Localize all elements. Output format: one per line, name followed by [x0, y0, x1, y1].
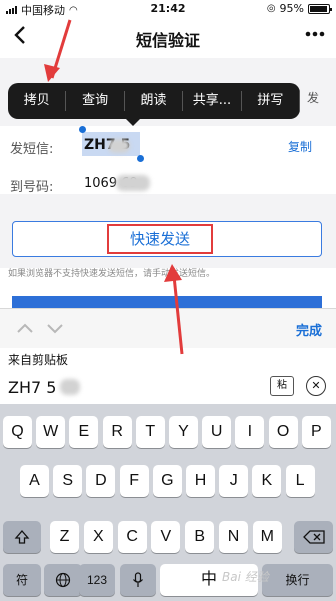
redaction-blur: [116, 175, 150, 191]
previous-field-button[interactable]: [16, 319, 34, 338]
redaction-blur: [108, 139, 130, 153]
text-context-menu: 拷贝 查询 朗读 共享... 拼写: [8, 83, 301, 126]
backspace-icon: [302, 530, 325, 544]
backspace-key[interactable]: [294, 521, 333, 553]
close-icon[interactable]: ✕: [306, 376, 326, 396]
globe-key[interactable]: [44, 564, 82, 596]
symbols-key[interactable]: 符: [3, 564, 41, 596]
annotation-arrow-to-send: [164, 264, 184, 355]
shift-key[interactable]: [3, 521, 41, 553]
key-n[interactable]: N: [219, 521, 248, 553]
key-r[interactable]: R: [102, 416, 132, 448]
key-j[interactable]: J: [219, 465, 249, 497]
key-b[interactable]: B: [185, 521, 215, 553]
selection-end-handle[interactable]: [137, 155, 144, 162]
key-i[interactable]: I: [235, 416, 265, 448]
to-number-label: 到号码:: [10, 180, 54, 195]
dictation-key[interactable]: [120, 564, 156, 596]
paste-icon[interactable]: 粘: [270, 376, 294, 396]
chevron-down-icon: [47, 324, 63, 334]
copy-link[interactable]: 复制: [288, 138, 312, 155]
battery-percent: 95%: [279, 2, 304, 15]
chevron-left-icon: [14, 26, 25, 44]
battery-icon: [308, 3, 332, 14]
status-bar: 中国移动 ◠ 21:42 ◎ 95%: [0, 0, 336, 18]
key-l[interactable]: L: [285, 465, 315, 497]
menu-item-lookup[interactable]: 查询: [66, 91, 125, 111]
battery-fill: [310, 5, 328, 12]
key-g[interactable]: G: [152, 465, 182, 497]
more-button[interactable]: [304, 24, 326, 49]
key-q[interactable]: Q: [3, 416, 32, 448]
key-o[interactable]: O: [268, 416, 298, 448]
menu-item-share[interactable]: 共享...: [183, 91, 242, 111]
key-a[interactable]: A: [20, 465, 49, 497]
redaction-blur: [60, 379, 80, 395]
watermark: Bai 经验: [222, 570, 269, 584]
annotation-arrow-to-copy: [44, 19, 72, 82]
key-s[interactable]: S: [53, 465, 83, 497]
key-u[interactable]: U: [202, 416, 232, 448]
key-y[interactable]: Y: [169, 416, 198, 448]
clipboard-suggestion: 来自剪贴板 ZH7 5 粘 ✕: [0, 348, 336, 404]
numbers-key[interactable]: 123: [79, 564, 115, 596]
status-right: ◎ 95%: [266, 2, 332, 15]
clipboard-code[interactable]: ZH7 5: [8, 378, 56, 397]
sms-label: 发短信:: [10, 142, 54, 157]
key-p[interactable]: P: [301, 416, 331, 448]
globe-icon: [55, 572, 71, 588]
key-c[interactable]: C: [117, 521, 147, 553]
key-e[interactable]: E: [69, 416, 99, 448]
keyboard: QWERTYUIOP ASDFGHJKL ZXCVBNM 符 123 中 换行: [0, 404, 336, 601]
key-d[interactable]: D: [86, 465, 116, 497]
microphone-icon: [133, 572, 143, 587]
menu-item-speak[interactable]: 朗读: [125, 91, 184, 111]
key-m[interactable]: M: [252, 521, 282, 553]
key-t[interactable]: T: [135, 416, 165, 448]
chevron-up-icon: [17, 323, 33, 333]
menu-caret: [126, 119, 140, 126]
back-button[interactable]: [8, 24, 32, 52]
key-f[interactable]: F: [119, 465, 149, 497]
done-button[interactable]: 完成: [296, 320, 322, 339]
return-key[interactable]: 换行: [262, 564, 333, 596]
menu-item-spell[interactable]: 拼写: [242, 91, 301, 111]
key-z[interactable]: Z: [50, 521, 79, 553]
orientation-lock-icon: ◎: [266, 3, 276, 14]
key-x[interactable]: X: [83, 521, 113, 553]
selection-start-handle[interactable]: [79, 126, 86, 133]
clipboard-label: 来自剪贴板: [8, 353, 69, 367]
shift-icon: [14, 530, 30, 544]
next-field-button[interactable]: [46, 319, 64, 338]
ellipsis-icon: [305, 31, 325, 37]
key-k[interactable]: K: [252, 465, 282, 497]
key-w[interactable]: W: [36, 416, 66, 448]
partial-text: 发: [307, 91, 320, 105]
key-h[interactable]: H: [186, 465, 215, 497]
key-v[interactable]: V: [151, 521, 181, 553]
menu-item-copy[interactable]: 拷贝: [8, 91, 67, 111]
quick-send-label[interactable]: 快速发送: [107, 224, 213, 254]
